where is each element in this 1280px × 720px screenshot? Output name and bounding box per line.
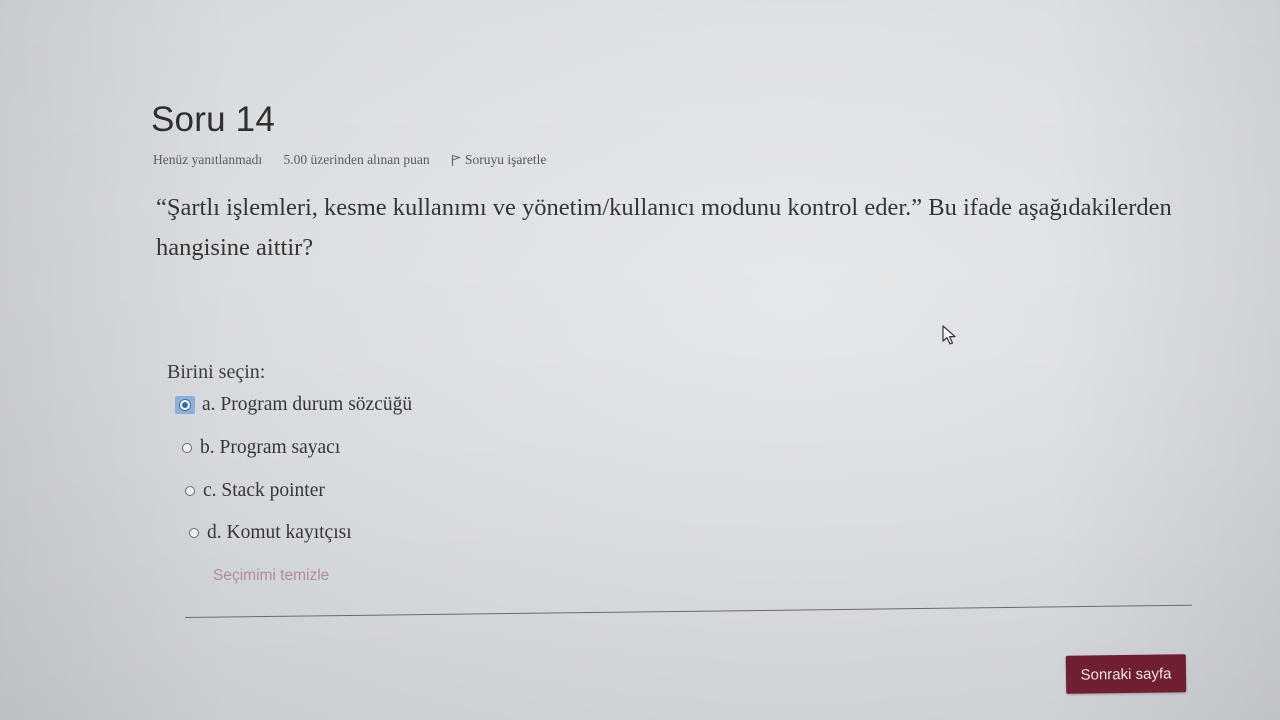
next-page-button[interactable]: Sonraki sayfa: [1065, 654, 1187, 694]
clear-selection-link[interactable]: Seçimimi temizle: [213, 567, 329, 585]
question-text: “Şartlı işlemleri, kesme kullanımı ve yö…: [156, 194, 1172, 261]
radio-selected-icon[interactable]: [175, 396, 195, 414]
question-points: 5.00 üzerinden alınan puan: [283, 152, 430, 167]
question-status: Henüz yanıtlanmadı: [153, 152, 263, 167]
answer-option-c[interactable]: c. Stack pointer: [185, 480, 325, 502]
radio-icon[interactable]: [185, 486, 195, 496]
answer-option-a[interactable]: a. Program durum sözcüğü: [175, 394, 412, 416]
flag-question-label: Soruyu işaretle: [465, 152, 547, 167]
answer-option-label: c. Stack pointer: [203, 480, 325, 501]
answer-option-label: b. Program sayacı: [200, 437, 341, 458]
answer-prompt: Birini seçin:: [167, 361, 266, 383]
divider: [184, 604, 1192, 619]
question-title: Soru 14: [151, 100, 275, 139]
answer-option-b[interactable]: b. Program sayacı: [182, 437, 340, 459]
flag-icon: [451, 154, 462, 166]
answer-option-label: d. Komut kayıtçısı: [207, 522, 352, 543]
radio-icon[interactable]: [182, 443, 192, 453]
answer-option-d[interactable]: d. Komut kayıtçısı: [189, 522, 352, 544]
radio-icon[interactable]: [189, 528, 199, 538]
answer-option-label: a. Program durum sözcüğü: [202, 394, 413, 415]
mouse-pointer-icon: [942, 325, 956, 345]
question-info: Henüz yanıtlanmadı 5.00 üzerinden alınan…: [153, 152, 582, 168]
flag-question-link[interactable]: Soruyu işaretle: [451, 152, 564, 167]
